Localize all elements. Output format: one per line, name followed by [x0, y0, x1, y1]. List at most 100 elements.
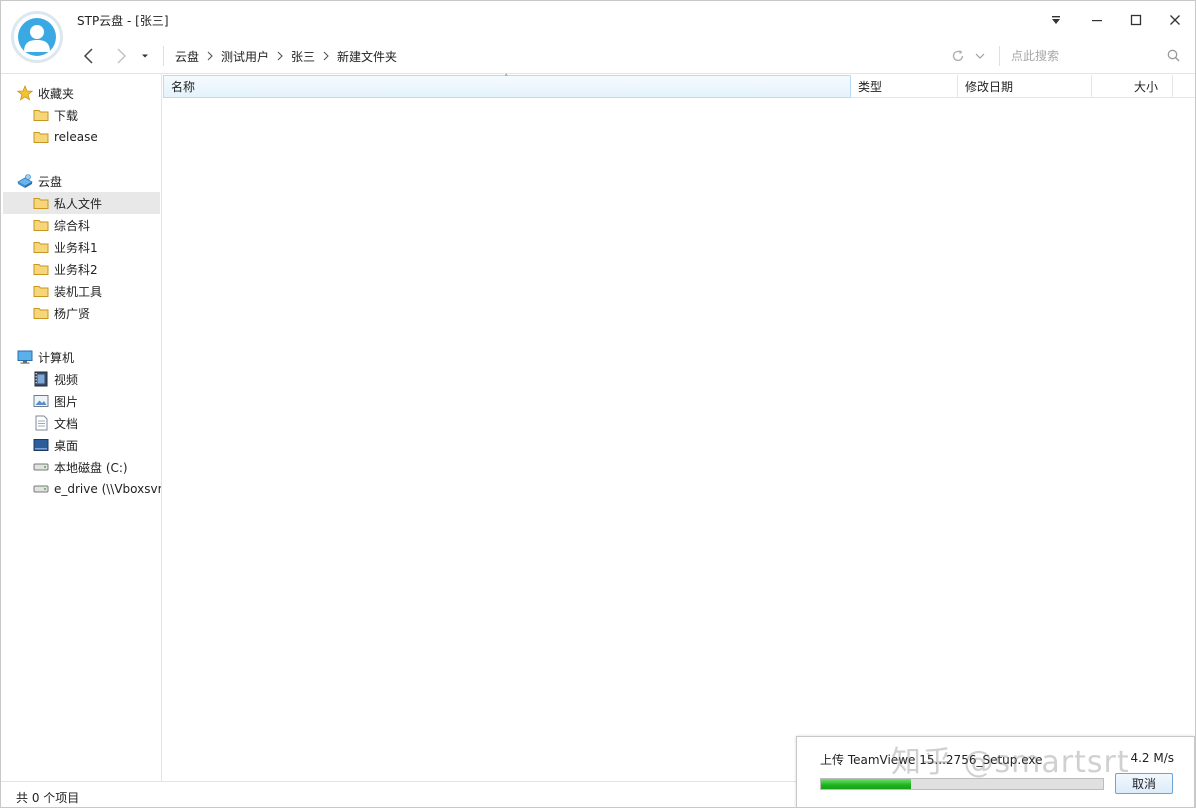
title-bar: STP云盘 - [张三] [1, 1, 1195, 38]
navigation-bar: 云盘 测试用户 张三 新建文件夹 [1, 38, 1195, 74]
folder-icon [33, 261, 49, 277]
sidebar-group-favorites[interactable]: 收藏夹 [3, 82, 160, 104]
sidebar-item-label: 业务科1 [54, 240, 98, 255]
back-button[interactable] [79, 44, 99, 68]
sidebar-item-label: 综合科 [54, 218, 91, 233]
sidebar-item-label: 文档 [54, 416, 79, 431]
sidebar-item-label: 下载 [54, 108, 79, 123]
file-list[interactable]: 名称 ˄ 类型 修改日期 大小 [163, 74, 1195, 781]
app-window: STP云盘 - [张三] 云盘 测试用户 张三 新建文件夹 点此搜索 收藏夹 下… [0, 0, 1196, 808]
chevron-right-icon[interactable] [207, 51, 213, 61]
sidebar-item-label: 业务科2 [54, 262, 98, 277]
sidebar-item-label: 桌面 [54, 438, 79, 453]
sidebar-item-download[interactable]: 下载 [3, 104, 160, 126]
user-avatar[interactable] [12, 12, 62, 62]
chevron-down-icon [975, 53, 985, 59]
sidebar-item-label: 杨广贤 [54, 306, 91, 321]
history-dropdown-button[interactable] [138, 44, 152, 68]
column-label: 修改日期 [965, 80, 1014, 94]
avatar-user-icon [18, 18, 56, 56]
folder-icon [33, 305, 49, 321]
transfer-panel: 上传 TeamViewe 15...2756_Setup.exe 4.2 M/s… [796, 736, 1195, 807]
network-drive-icon [33, 481, 49, 497]
sort-ascending-icon: ˄ [504, 74, 509, 84]
minimize-icon [1092, 20, 1102, 22]
folder-icon [33, 283, 49, 299]
column-label: 大小 [1133, 80, 1158, 94]
menu-dropdown-icon [1052, 16, 1060, 24]
folder-icon [33, 107, 49, 123]
list-header: 名称 ˄ 类型 修改日期 大小 [163, 74, 1195, 98]
item-count: 共 0 个项目 [16, 791, 80, 805]
sidebar-item-business-dept-2[interactable]: 业务科2 [3, 258, 160, 280]
sidebar-item-local-disk-c[interactable]: 本地磁盘 (C:) [3, 456, 160, 478]
sidebar-item-label: 视频 [54, 372, 79, 387]
column-header-type[interactable]: 类型 [851, 75, 958, 98]
cloud-drive-icon [17, 173, 33, 189]
sidebar-group-label: 计算机 [38, 350, 75, 365]
sidebar-item-label: 图片 [54, 394, 79, 409]
nav-separator [163, 46, 164, 66]
sidebar: 收藏夹 下载 release 云盘 私人文件 综合科 业务科1 业务科2 装机工… [1, 74, 162, 781]
chevron-down-icon [142, 54, 148, 58]
drive-icon [33, 459, 49, 475]
sidebar-item-label: release [54, 130, 98, 144]
sidebar-item-yang[interactable]: 杨广贤 [3, 302, 160, 324]
sidebar-item-label: 私人文件 [54, 196, 103, 211]
folder-icon [33, 129, 49, 145]
sidebar-item-general-dept[interactable]: 综合科 [3, 214, 160, 236]
search-separator [999, 46, 1000, 66]
folder-icon [33, 239, 49, 255]
sidebar-item-install-tools[interactable]: 装机工具 [3, 280, 160, 302]
transfer-file-label: 上传 TeamViewe 15...2756_Setup.exe [820, 753, 1043, 767]
sidebar-item-business-dept-1[interactable]: 业务科1 [3, 236, 160, 258]
breadcrumb-item-zhangsan[interactable]: 张三 [291, 48, 315, 65]
close-button[interactable] [1161, 7, 1189, 33]
forward-arrow-icon [117, 48, 127, 64]
star-icon [17, 85, 33, 101]
minimize-button[interactable] [1083, 7, 1111, 33]
column-label: 类型 [858, 80, 883, 94]
sidebar-item-e-drive[interactable]: e_drive (\\Vboxsvr [3, 478, 162, 500]
column-header-date[interactable]: 修改日期 [958, 75, 1092, 98]
refresh-dropdown-button[interactable] [975, 52, 985, 60]
sidebar-item-label: e_drive (\\Vboxsvr [54, 482, 162, 496]
breadcrumb-item-cloud[interactable]: 云盘 [175, 48, 199, 65]
refresh-button[interactable] [951, 49, 965, 63]
picture-icon [33, 393, 49, 409]
breadcrumb: 云盘 测试用户 张三 新建文件夹 [175, 38, 397, 74]
refresh-group [951, 47, 985, 65]
back-arrow-icon [83, 48, 93, 64]
sidebar-item-pictures[interactable]: 图片 [3, 390, 160, 412]
sidebar-item-documents[interactable]: 文档 [3, 412, 160, 434]
maximize-button[interactable] [1122, 7, 1150, 33]
breadcrumb-item-new-folder[interactable]: 新建文件夹 [337, 48, 397, 65]
computer-icon [17, 349, 33, 365]
column-header-size[interactable]: 大小 [1092, 75, 1173, 98]
desktop-icon [33, 437, 49, 453]
upload-progress-bar [820, 778, 1104, 790]
menu-dropdown-button[interactable] [1042, 7, 1070, 33]
video-icon [33, 371, 49, 387]
close-icon [1170, 15, 1180, 25]
sidebar-group-computer[interactable]: 计算机 [3, 346, 160, 368]
chevron-right-icon[interactable] [277, 51, 283, 61]
sidebar-group-label: 收藏夹 [38, 86, 75, 101]
column-header-name[interactable]: 名称 ˄ [163, 74, 851, 98]
sidebar-item-private-files[interactable]: 私人文件 [3, 192, 160, 214]
search-icon[interactable] [1167, 49, 1180, 65]
sidebar-item-videos[interactable]: 视频 [3, 368, 160, 390]
folder-icon [33, 217, 49, 233]
folder-icon [33, 195, 49, 211]
cancel-button[interactable]: 取消 [1115, 773, 1173, 794]
document-icon [33, 415, 49, 431]
sidebar-item-desktop[interactable]: 桌面 [3, 434, 160, 456]
breadcrumb-item-test-user[interactable]: 测试用户 [221, 48, 269, 65]
search-input[interactable] [1005, 45, 1165, 67]
forward-button[interactable] [111, 44, 131, 68]
column-label: 名称 [171, 80, 196, 94]
sidebar-item-release[interactable]: release [3, 126, 160, 148]
transfer-speed: 4.2 M/s [1130, 751, 1174, 765]
chevron-right-icon[interactable] [323, 51, 329, 61]
sidebar-group-cloud[interactable]: 云盘 [3, 170, 160, 192]
